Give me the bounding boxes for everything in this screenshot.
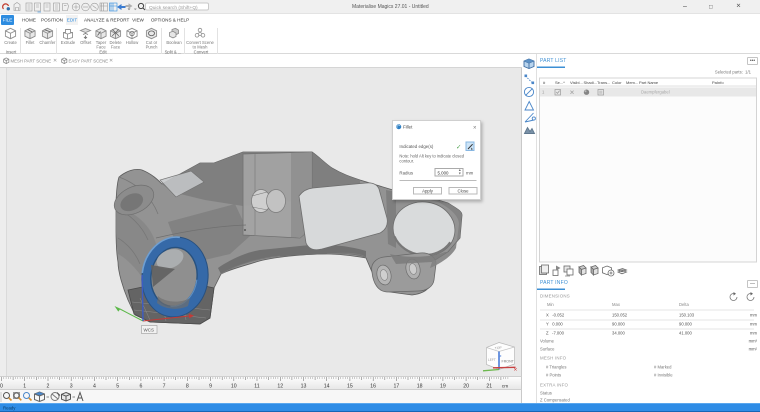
svg-text:WCS: WCS [144,328,155,333]
svg-text:FRONT: FRONT [502,360,515,364]
svg-text:z: z [500,353,502,358]
svg-text:LEFT: LEFT [488,358,496,362]
svg-text:×: × [514,367,518,374]
